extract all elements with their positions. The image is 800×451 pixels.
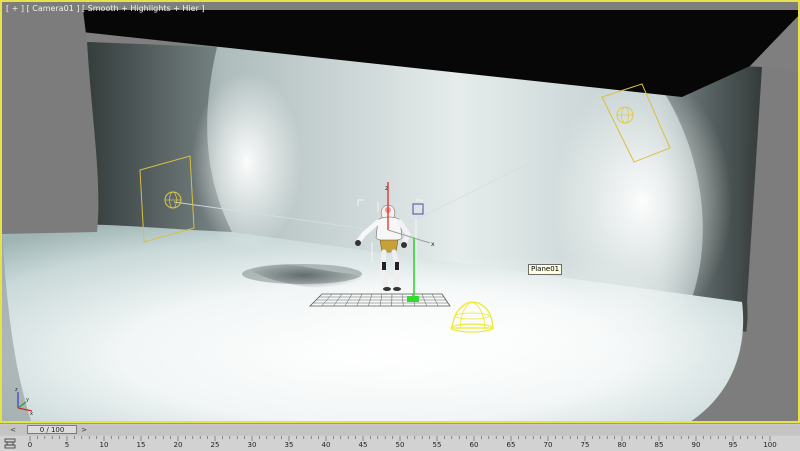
trackbar-tick-label: 10 (100, 441, 109, 449)
trackbar-tick-label: 80 (618, 441, 627, 449)
trackbar-tick-label: 60 (470, 441, 479, 449)
time-slider-thumb[interactable]: 0 / 100 (27, 425, 77, 434)
camera-viewport[interactable]: x z [ + ] [ Camera01 ] [ Smooth + Highli… (0, 0, 800, 423)
trackbar-tick-label: 65 (507, 441, 516, 449)
svg-text:y: y (26, 397, 29, 403)
previous-frame-button[interactable]: < (6, 426, 20, 434)
trackbar-tick-label: 5 (65, 441, 69, 449)
trackbar-tick-label: 25 (211, 441, 220, 449)
trackbar-tick-label: 90 (692, 441, 701, 449)
timeline-panel: < 0 / 100 > 0 5 10 15 20 25 30 35 40 45 50 55 60 65 70… (0, 423, 800, 451)
trackbar-tick-label: 15 (137, 441, 146, 449)
trackbar-tick-label: 40 (322, 441, 331, 449)
svg-text:z: z (15, 387, 18, 393)
view-axis-tripod-icon: z x y (12, 386, 36, 416)
svg-text:x: x (30, 411, 33, 416)
trackbar-tick-label: 85 (655, 441, 664, 449)
app-window: x z [ + ] [ Camera01 ] [ Smooth + Highli… (0, 0, 800, 450)
trackbar-tick-label: 50 (396, 441, 405, 449)
trackbar-tick-label: 95 (729, 441, 738, 449)
trackbar-tick-label: 55 (433, 441, 442, 449)
time-slider[interactable]: < 0 / 100 > (0, 425, 800, 435)
trackbar-tick-label: 0 (28, 441, 32, 449)
trackbar-tick-label: 75 (581, 441, 590, 449)
next-frame-button[interactable]: > (78, 426, 90, 434)
viewport-label-menu[interactable]: [ + ] [ Camera01 ] [ Smooth + Highlights… (6, 4, 205, 13)
trackbar-tick-label: 100 (763, 441, 776, 449)
svg-text:z: z (385, 185, 388, 192)
trackbar-tick-label: 45 (359, 441, 368, 449)
trackbar-tick-label: 20 (174, 441, 183, 449)
trackbar-tick-label: 35 (285, 441, 294, 449)
object-name-tooltip: Plane01 (528, 264, 562, 275)
svg-text:x: x (431, 241, 435, 248)
trackbar-tick-label: 30 (248, 441, 257, 449)
track-bar[interactable]: 0 5 10 15 20 25 30 35 40 45 50 55 60 65 70 75 80 85 90 95 10… (0, 436, 800, 451)
scene-render[interactable]: x z (2, 2, 800, 423)
trackbar-tick-label: 70 (544, 441, 553, 449)
